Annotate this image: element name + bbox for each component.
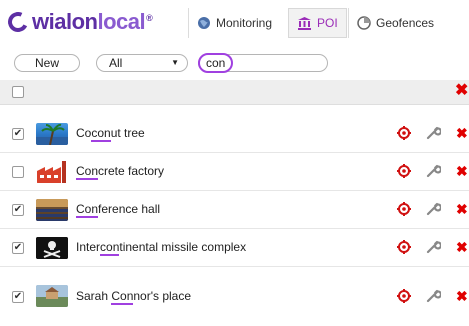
wrench-icon[interactable] xyxy=(425,163,441,179)
wrench-icon[interactable] xyxy=(425,239,441,255)
search-input[interactable]: con xyxy=(198,53,328,73)
item-name[interactable]: Coconut tree xyxy=(76,126,145,142)
tab-poi[interactable]: POI xyxy=(288,8,347,38)
item-name[interactable]: Intercontinental missile complex xyxy=(76,240,246,256)
list-item[interactable]: ✔ Coconut tree ✖ xyxy=(0,115,469,153)
show-on-map-icon[interactable] xyxy=(396,201,412,217)
show-on-map-icon[interactable] xyxy=(396,125,412,141)
tab-monitoring[interactable]: Monitoring xyxy=(188,8,287,38)
delete-icon[interactable]: ✖ xyxy=(456,288,468,304)
new-button[interactable]: New xyxy=(14,54,80,72)
list-item[interactable]: ✔ Sarah Connor's place ✖ xyxy=(0,267,469,307)
logo-text-part1: wialon xyxy=(32,9,98,34)
list-header: ✖ xyxy=(0,80,469,105)
caret-down-icon: ▼ xyxy=(171,58,179,67)
tab-geofences-label: Geofences xyxy=(376,16,435,30)
factory-thumbnail xyxy=(36,161,68,183)
select-all-checkbox[interactable] xyxy=(12,86,24,98)
delete-icon[interactable]: ✖ xyxy=(456,125,468,141)
row-checkbox[interactable]: ✔ xyxy=(12,242,24,254)
list-item[interactable]: ✔ Intercontinental missile complex ✖ xyxy=(0,229,469,267)
search-highlight: con xyxy=(198,53,234,73)
row-checkbox[interactable]: ✔ xyxy=(12,204,24,216)
delete-icon[interactable]: ✖ xyxy=(456,201,468,217)
geofence-icon xyxy=(357,16,371,30)
conference-hall-thumbnail xyxy=(36,199,68,221)
logo-ring-icon xyxy=(5,9,31,35)
tab-poi-label: POI xyxy=(317,16,338,30)
delete-all-icon[interactable]: ✖ xyxy=(455,83,468,99)
row-checkbox[interactable] xyxy=(12,166,24,178)
tab-monitoring-label: Monitoring xyxy=(216,16,273,30)
sarah-place-thumbnail xyxy=(36,285,68,307)
row-checkbox[interactable]: ✔ xyxy=(12,128,24,140)
type-filter-value: All xyxy=(109,56,123,70)
top-bar: wialonlocal® Monitoring POI Geofences xyxy=(0,0,469,45)
wrench-icon[interactable] xyxy=(425,125,441,141)
pirate-flag-thumbnail xyxy=(36,237,68,259)
show-on-map-icon[interactable] xyxy=(396,288,412,304)
tab-geofences[interactable]: Geofences xyxy=(348,8,469,38)
list-item[interactable]: ✔ Conference hall ✖ xyxy=(0,191,469,229)
logo-text-part2: local xyxy=(97,9,146,34)
item-name[interactable]: Conference hall xyxy=(76,202,160,218)
item-name[interactable]: Concrete factory xyxy=(76,164,164,180)
search-value: con xyxy=(206,56,226,70)
row-checkbox[interactable]: ✔ xyxy=(12,291,24,303)
logo-sup: ® xyxy=(146,12,153,23)
filter-bar: New All ▼ con xyxy=(0,45,469,79)
new-button-label: New xyxy=(34,56,59,70)
wrench-icon[interactable] xyxy=(425,288,441,304)
coconut-tree-thumbnail xyxy=(36,123,68,145)
show-on-map-icon[interactable] xyxy=(396,239,412,255)
logo-text: wialonlocal® xyxy=(32,9,153,35)
delete-icon[interactable]: ✖ xyxy=(456,163,468,179)
list-item[interactable]: Concrete factory ✖ xyxy=(0,153,469,191)
globe-icon xyxy=(197,16,211,30)
wrench-icon[interactable] xyxy=(425,201,441,217)
wialon-logo[interactable]: wialonlocal® xyxy=(5,7,153,37)
delete-icon[interactable]: ✖ xyxy=(456,239,468,255)
museum-icon xyxy=(297,16,312,30)
type-filter-select[interactable]: All ▼ xyxy=(96,54,188,72)
item-name[interactable]: Sarah Connor's place xyxy=(76,289,191,305)
show-on-map-icon[interactable] xyxy=(396,163,412,179)
